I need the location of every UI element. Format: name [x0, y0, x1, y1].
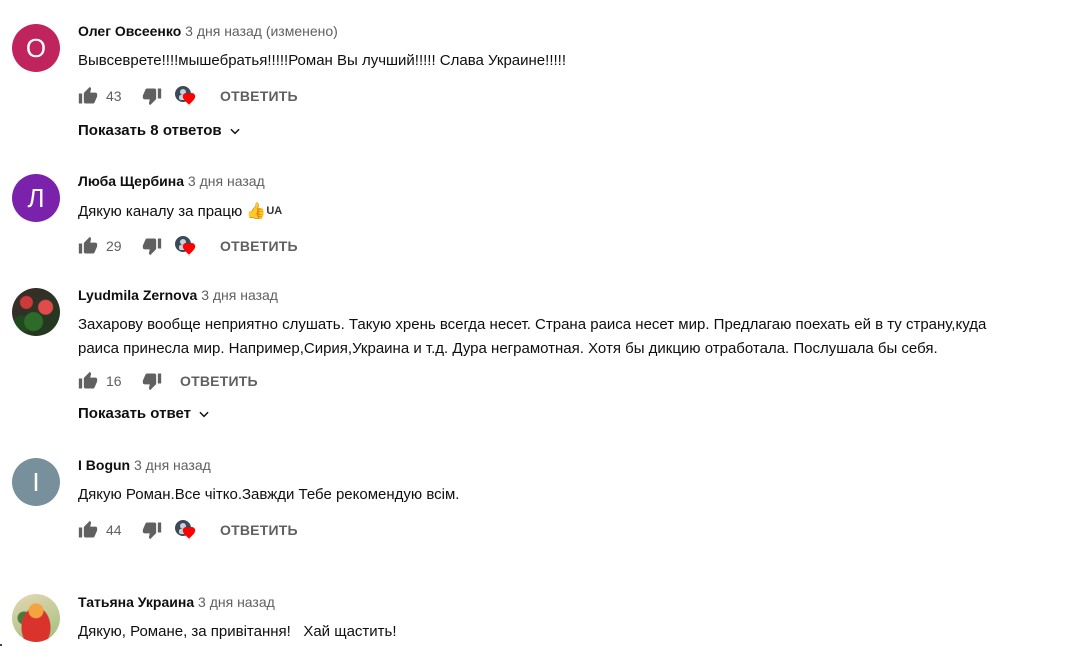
comment-text-main: Дякую каналу за працю	[78, 203, 243, 220]
chevron-down-icon	[199, 411, 209, 418]
comment-text: Дякую Роман.Все чітко.Завжди Тебе рекоме…	[78, 486, 460, 503]
comment-author[interactable]: Lyudmila Zernova	[78, 287, 197, 303]
show-replies-button[interactable]: Показать ответ	[78, 404, 211, 424]
comment-time[interactable]: 3 дня назад	[188, 173, 265, 189]
thumb-down-icon[interactable]	[142, 86, 162, 106]
like-count: 44	[106, 522, 122, 538]
comment-body: Татьяна Украина 3 дня назад Дякую, Роман…	[78, 593, 1081, 644]
comment-text: Дякую, Романе, за привітання! Хай щастит…	[78, 623, 397, 640]
avatar[interactable]: Л	[12, 174, 60, 222]
like-count: 43	[106, 88, 122, 104]
thumb-down-icon[interactable]	[142, 236, 162, 256]
stray-dot	[0, 644, 2, 646]
like-count: 29	[106, 238, 122, 254]
comment-time[interactable]: 3 дня назад (изменено)	[185, 23, 338, 39]
show-replies-label: Показать 8 ответов	[78, 122, 222, 139]
comment-actions: 43 ОТВЕТИТЬ	[78, 84, 298, 108]
comment-author[interactable]: Олег Овсеенко	[78, 23, 181, 39]
comment-header: Олег Овсеенко 3 дня назад (изменено)	[78, 22, 1081, 40]
reply-button[interactable]: ОТВЕТИТЬ	[220, 88, 298, 104]
comment-author[interactable]: I Bogun	[78, 457, 130, 473]
creator-heart-icon	[174, 518, 198, 542]
comment-body: Lyudmila Zernova 3 дня назад Захарову во…	[78, 286, 1081, 361]
comment-author[interactable]: Люба Щербина	[78, 173, 184, 189]
creator-heart-icon	[174, 84, 198, 108]
comment-header: I Bogun 3 дня назад	[78, 456, 1081, 474]
chevron-down-icon	[230, 128, 240, 135]
reply-button[interactable]: ОТВЕТИТЬ	[220, 238, 298, 254]
comment-text-line: Захарову вообще неприятно слушать. Такую…	[78, 316, 987, 333]
avatar[interactable]: О	[12, 24, 60, 72]
comment-actions: 44 ОТВЕТИТЬ	[78, 518, 298, 542]
comment-header: Lyudmila Zernova 3 дня назад	[78, 286, 1081, 304]
thumb-up-icon[interactable]	[78, 236, 98, 256]
thumb-up-icon[interactable]	[78, 371, 98, 391]
creator-heart-icon	[174, 234, 198, 258]
thumbs-up-emoji: 👍	[246, 203, 267, 220]
comment-header: Люба Щербина 3 дня назад	[78, 172, 1081, 190]
comment-body: Олег Овсеенко 3 дня назад (изменено) Выв…	[78, 22, 1081, 73]
comment-actions: 16 ОТВЕТИТЬ	[78, 369, 258, 393]
show-replies-label: Показать ответ	[78, 405, 191, 422]
thumb-down-icon[interactable]	[142, 371, 162, 391]
comment-text: Вывсеврете!!!!мышебратья!!!!!Роман Вы лу…	[78, 52, 566, 69]
comment-header: Татьяна Украина 3 дня назад	[78, 593, 1081, 611]
comment-author[interactable]: Татьяна Украина	[78, 594, 194, 610]
thumb-down-icon[interactable]	[142, 520, 162, 540]
comment-text-line: раиса принесла мир. Например,Сирия,Украи…	[78, 340, 938, 357]
reply-button[interactable]: ОТВЕТИТЬ	[180, 373, 258, 389]
comment-time[interactable]: 3 дня назад	[198, 594, 275, 610]
comment-time[interactable]: 3 дня назад	[134, 457, 211, 473]
avatar[interactable]: I	[12, 458, 60, 506]
comment-body: I Bogun 3 дня назад Дякую Роман.Все чітк…	[78, 456, 1081, 507]
comment-time[interactable]: 3 дня назад	[201, 287, 278, 303]
comment-text: Захарову вообще неприятно слушать. Такую…	[78, 313, 1081, 361]
comment-text: Дякую каналу за працю 👍UA	[78, 199, 1081, 224]
thumb-up-icon[interactable]	[78, 520, 98, 540]
show-replies-button[interactable]: Показать 8 ответов	[78, 121, 242, 141]
thumb-up-icon[interactable]	[78, 86, 98, 106]
reply-button[interactable]: ОТВЕТИТЬ	[220, 522, 298, 538]
avatar[interactable]	[12, 594, 60, 642]
ua-flag-emoji: UA	[266, 205, 283, 217]
comment-actions: 29 ОТВЕТИТЬ	[78, 234, 298, 258]
like-count: 16	[106, 373, 122, 389]
avatar[interactable]	[12, 288, 60, 336]
comment-body: Люба Щербина 3 дня назад Дякую каналу за…	[78, 172, 1081, 224]
